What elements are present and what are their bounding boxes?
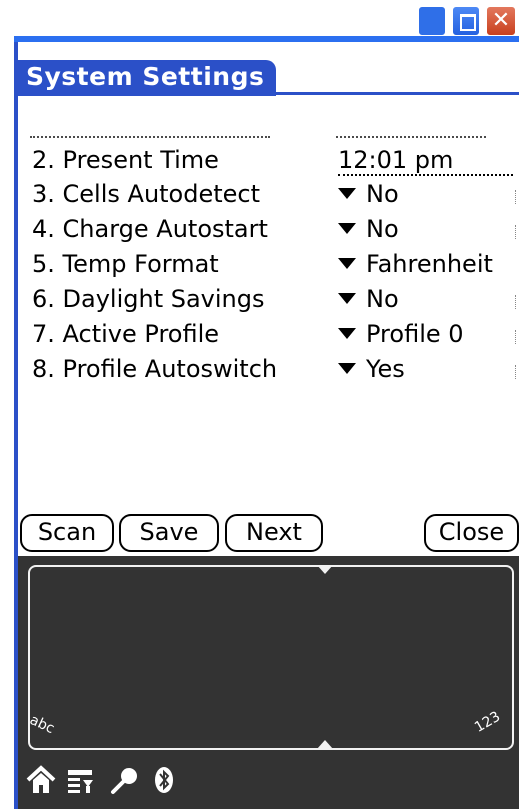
- dropdown-value: No: [366, 285, 399, 313]
- setting-cells-autodetect[interactable]: 3. Cells Autodetect No: [18, 178, 519, 212]
- dropdown-trigger[interactable]: Yes: [338, 355, 405, 383]
- page-title[interactable]: System Settings: [18, 60, 277, 96]
- setting-charge-autostart[interactable]: 4. Charge Autostart No: [18, 213, 519, 247]
- graffiti-divider-top-marker: [317, 565, 333, 574]
- setting-profile-autoswitch[interactable]: 8. Profile Autoswitch Yes: [18, 353, 519, 387]
- dropdown-arrow-icon: [338, 222, 356, 234]
- dropdown-arrow-icon: [338, 187, 356, 199]
- close-button[interactable]: Close: [424, 514, 519, 552]
- dropdown-value: Yes: [366, 355, 405, 383]
- setting-daylight-savings[interactable]: 6. Daylight Savings No: [18, 283, 519, 317]
- graffiti-writing-box[interactable]: [28, 565, 514, 750]
- maximize-button[interactable]: [452, 6, 480, 36]
- save-button[interactable]: Save: [119, 514, 219, 552]
- time-field[interactable]: 12:01 pm: [338, 146, 514, 176]
- setting-label: 6. Daylight Savings: [32, 285, 265, 313]
- dropdown-arrow-icon: [338, 257, 356, 269]
- dropdown-trigger[interactable]: Profile 0: [338, 320, 464, 348]
- window-close-button[interactable]: ✕: [486, 6, 516, 36]
- graffiti-divider-bottom-marker: [317, 740, 333, 749]
- dropdown-trigger[interactable]: No: [338, 215, 399, 243]
- menu-icon[interactable]: [66, 764, 96, 796]
- home-icon[interactable]: [26, 764, 56, 796]
- setting-label: 4. Charge Autostart: [32, 215, 268, 243]
- bluetooth-icon[interactable]: [150, 764, 180, 796]
- setting-label: 2. Present Time: [32, 146, 219, 174]
- window-frame: [14, 36, 519, 42]
- next-button[interactable]: Next: [225, 514, 323, 552]
- dropdown-value: Fahrenheit: [366, 250, 493, 278]
- title-underline: [18, 92, 519, 95]
- setting-active-profile[interactable]: 7. Active Profile Profile 0: [18, 318, 519, 352]
- scan-button[interactable]: Scan: [20, 514, 114, 552]
- app-titlebar: System Settings: [18, 60, 519, 96]
- minimize-button[interactable]: [418, 6, 446, 36]
- dropdown-trigger[interactable]: No: [338, 285, 399, 313]
- setting-label: 8. Profile Autoswitch: [32, 355, 278, 383]
- setting-temp-format[interactable]: 5. Temp Format Fahrenheit: [18, 248, 519, 282]
- find-icon[interactable]: [110, 764, 140, 796]
- dropdown-value: Profile 0: [366, 320, 464, 348]
- dropdown-arrow-icon: [338, 327, 356, 339]
- dropdown-value: No: [366, 215, 399, 243]
- setting-label: 5. Temp Format: [32, 250, 219, 278]
- setting-present-time[interactable]: 2. Present Time 12:01 pm: [18, 144, 519, 178]
- dropdown-arrow-icon: [338, 362, 356, 374]
- setting-label: 3. Cells Autodetect: [32, 180, 261, 208]
- dropdown-trigger[interactable]: Fahrenheit: [338, 250, 493, 278]
- dropdown-arrow-icon: [338, 292, 356, 304]
- dropdown-value: No: [366, 180, 399, 208]
- dropdown-trigger[interactable]: No: [338, 180, 399, 208]
- scrolled-row-partial: [30, 130, 510, 138]
- setting-label: 7. Active Profile: [32, 320, 220, 348]
